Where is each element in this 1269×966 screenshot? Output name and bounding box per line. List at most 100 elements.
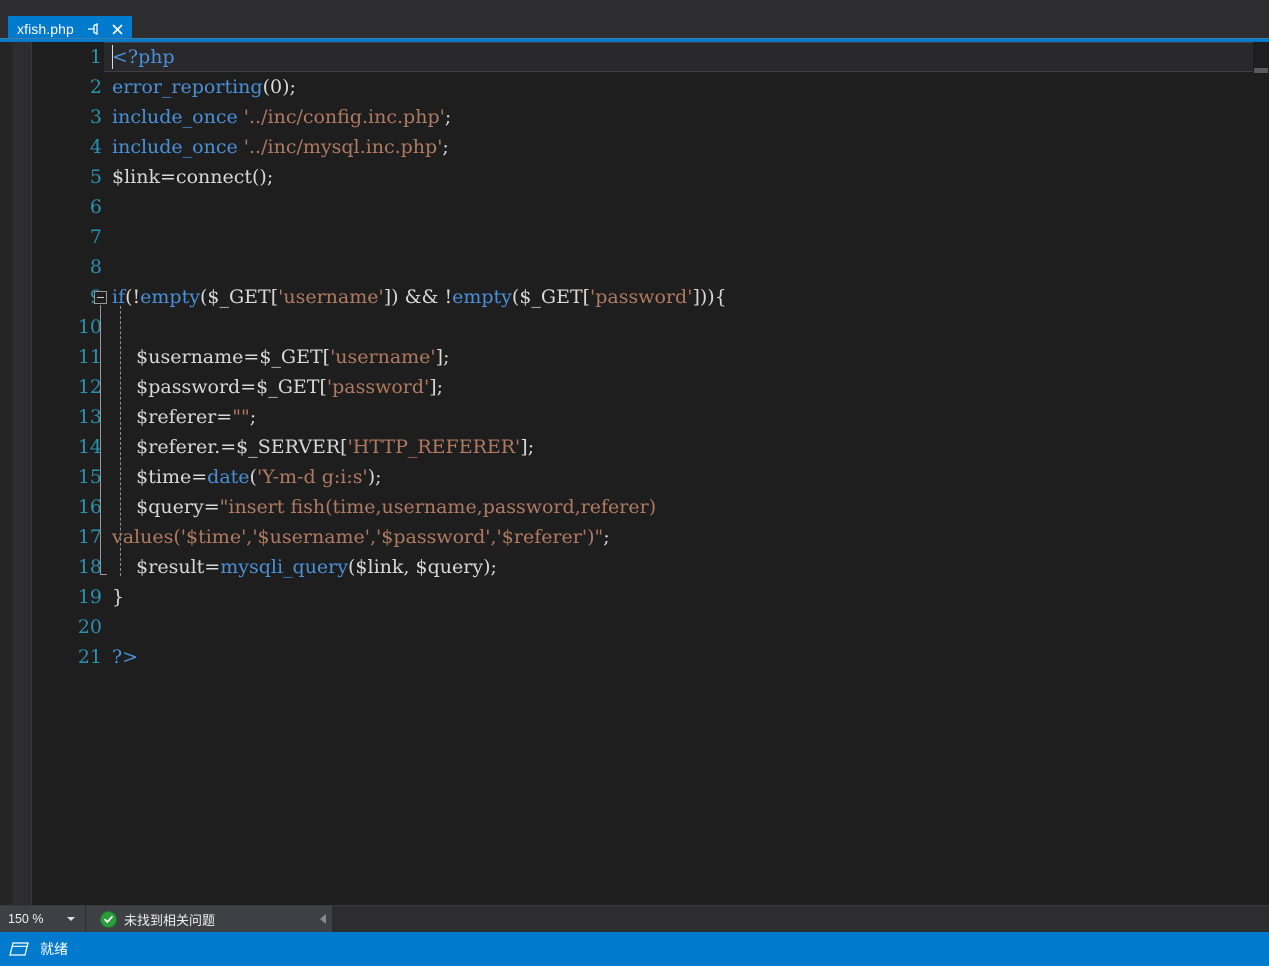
horizontal-scrollbar[interactable] (332, 906, 1269, 932)
token-punc: ]; (435, 346, 450, 368)
token-str: "insert fish(time,username,password,refe… (219, 496, 657, 518)
token-var: $link (355, 556, 404, 578)
code-surface[interactable]: 1 <?php 2 error_reporting(0); 3 include_once … (32, 42, 1269, 905)
token-fn: error_reporting (112, 76, 263, 98)
token-var: $result (136, 556, 205, 578)
token-punc: = (191, 466, 208, 488)
code-line[interactable]: 7 (32, 222, 1269, 252)
code-text: include_once '../inc/mysql.inc.php'; (112, 132, 449, 162)
token-punc: ; (442, 136, 449, 158)
code-line[interactable]: 12 $password=$_GET['password']; (32, 372, 1269, 402)
token-kw: if (112, 286, 126, 308)
token-punc: ; (603, 526, 610, 548)
token-punc: = (243, 346, 260, 368)
pin-icon[interactable] (84, 21, 100, 37)
token-punc: } (112, 586, 125, 608)
zoom-level-dropdown[interactable]: 150 % (0, 906, 86, 932)
text-caret (112, 45, 113, 69)
token-punc: ); (282, 76, 296, 98)
token-punc: [ (582, 286, 591, 308)
token-punc: ; (249, 406, 257, 428)
indent-guide (120, 306, 121, 576)
error-list-summary[interactable]: 未找到相关问题 (86, 906, 332, 932)
code-line[interactable]: 11 $username=$_GET['username']; (32, 342, 1269, 372)
code-text: include_once '../inc/config.inc.php'; (112, 102, 451, 132)
token-punc: [ (322, 346, 331, 368)
token-kw: empty (140, 286, 200, 308)
token-kw: ?> (112, 646, 139, 668)
token-var: $time (136, 466, 192, 488)
token-punc: ); (483, 556, 497, 578)
code-line[interactable]: 4 include_once '../inc/mysql.inc.php'; (32, 132, 1269, 162)
token-punc: (); (252, 166, 274, 188)
token-var: $link (112, 166, 160, 188)
token-punc: [ (319, 376, 327, 398)
close-icon[interactable] (110, 21, 126, 37)
token-punc: (! (125, 286, 141, 308)
triangle-left-icon[interactable] (320, 914, 326, 924)
token-str: '../inc/mysql.inc.php' (243, 136, 443, 158)
line-number: 20 (77, 616, 102, 638)
code-line[interactable]: 9 if(!empty($_GET['username']) && !empty(… (32, 282, 1269, 312)
token-punc: [ (270, 286, 279, 308)
token-var: $_GET (519, 286, 583, 308)
code-text: $referer=""; (112, 402, 256, 432)
token-str: 'username' (278, 286, 384, 308)
token-plain: && ! (398, 286, 453, 308)
code-line[interactable]: 1 <?php (32, 42, 1269, 72)
token-var: $referer (136, 436, 215, 458)
token-fn: mysqli_query (220, 556, 348, 578)
chevron-down-icon[interactable] (67, 917, 75, 921)
token-var: $_GET (207, 286, 271, 308)
code-line[interactable]: 13 $referer=""; (32, 402, 1269, 432)
code-line[interactable]: 18 $result=mysqli_query($link, $query); (32, 552, 1269, 582)
vertical-scrollbar-thumb[interactable] (1254, 68, 1268, 73)
check-circle-icon (100, 910, 117, 928)
line-number: 18 (77, 556, 102, 578)
token-punc: [ (340, 436, 348, 458)
fold-collapse-button[interactable] (94, 291, 107, 304)
tab-bar: xfish.php (0, 0, 1269, 42)
code-line[interactable]: 14 $referer.=$_SERVER['HTTP_REFERER']; (32, 432, 1269, 462)
fold-region-line (100, 305, 101, 574)
error-list-message: 未找到相关问题 (124, 913, 216, 929)
editor-left-strip-outer (0, 42, 13, 905)
window-icon (8, 938, 30, 960)
code-line[interactable]: 6 (32, 192, 1269, 222)
code-line[interactable]: 20 (32, 612, 1269, 642)
line-number: 6 (89, 196, 102, 218)
code-line[interactable]: 2 error_reporting(0); (32, 72, 1269, 102)
code-text: values('$time','$username','$password','… (112, 522, 610, 552)
token-punc: ]) (383, 286, 399, 308)
code-line[interactable]: 5 $link=connect(); (32, 162, 1269, 192)
token-str: 'Y-m-d g:i:s' (256, 466, 368, 488)
vertical-scrollbar[interactable] (1253, 42, 1269, 905)
zoom-level-value: 150 % (8, 912, 44, 926)
code-line[interactable]: 15 $time=date('Y-m-d g:i:s'); (32, 462, 1269, 492)
code-text: $username=$_GET['username']; (112, 342, 449, 372)
status-bar: 就绪 (0, 932, 1269, 966)
status-bar-text: 就绪 (40, 942, 68, 958)
code-line[interactable]: 8 (32, 252, 1269, 282)
line-number: 17 (77, 526, 102, 548)
token-punc: ; (444, 106, 452, 128)
code-line[interactable]: 17 values('$time','$username','$password'… (32, 522, 1269, 552)
code-line[interactable]: 21 ?> (32, 642, 1269, 672)
token-punc: ); (367, 466, 382, 488)
code-text: $query="insert fish(time,username,passwo… (112, 492, 656, 522)
line-number: 13 (77, 406, 102, 428)
code-line[interactable]: 19} (32, 582, 1269, 612)
token-str: "" (232, 406, 250, 428)
code-line[interactable]: 10 (32, 312, 1269, 342)
line-number: 1 (89, 46, 102, 68)
token-punc: = (216, 406, 233, 428)
token-punc: = (160, 166, 176, 188)
token-str: '../inc/config.inc.php' (243, 106, 445, 128)
code-line[interactable]: 16 $query="insert fish(time,username,pas… (32, 492, 1269, 522)
code-text: $password=$_GET['password']; (112, 372, 443, 402)
token-punc: ( (249, 466, 257, 488)
code-line[interactable]: 3 include_once '../inc/config.inc.php'; (32, 102, 1269, 132)
token-punc: = (203, 496, 220, 518)
